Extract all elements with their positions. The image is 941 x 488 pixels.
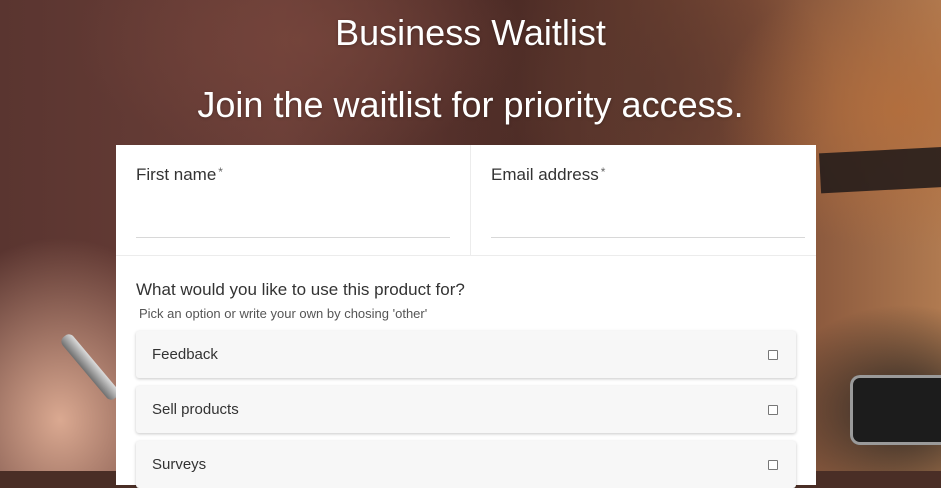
option-label: Feedback: [152, 346, 218, 363]
option-sell-products[interactable]: Sell products: [136, 386, 796, 433]
checkbox-icon[interactable]: [768, 459, 778, 470]
email-input[interactable]: [491, 205, 805, 238]
background-phone: [850, 375, 941, 445]
first-name-label: First name *: [136, 165, 223, 184]
options-list: Feedback Sell products Surveys: [136, 331, 796, 488]
waitlist-form-card: First name * Email address * What would yo…: [116, 145, 816, 488]
checkbox-icon[interactable]: [768, 404, 778, 415]
question-label: What would you like to use this product …: [136, 280, 465, 299]
option-label: Surveys: [152, 456, 207, 473]
required-asterisk: *: [218, 165, 223, 179]
first-name-field-group: First name *: [116, 145, 470, 255]
background-bag-strap: [819, 146, 941, 194]
option-label: Sell products: [152, 401, 239, 418]
required-asterisk: *: [600, 165, 606, 179]
checkbox-icon[interactable]: [768, 349, 778, 360]
first-name-input[interactable]: [136, 205, 450, 238]
background-pen: [58, 331, 122, 403]
option-surveys[interactable]: Surveys: [136, 441, 796, 488]
contact-fields-row: First name * Email address *: [116, 145, 816, 256]
page-title: Business Waitlist: [335, 12, 606, 53]
email-label: Email address *: [491, 165, 606, 184]
page-subtitle: Join the waitlist for priority access.: [197, 84, 744, 125]
question-hint: Pick an option or write your own by chos…: [139, 306, 428, 321]
use-case-question: What would you like to use this product …: [116, 256, 816, 488]
email-field-group: Email address *: [470, 145, 825, 255]
option-feedback[interactable]: Feedback: [136, 331, 796, 378]
